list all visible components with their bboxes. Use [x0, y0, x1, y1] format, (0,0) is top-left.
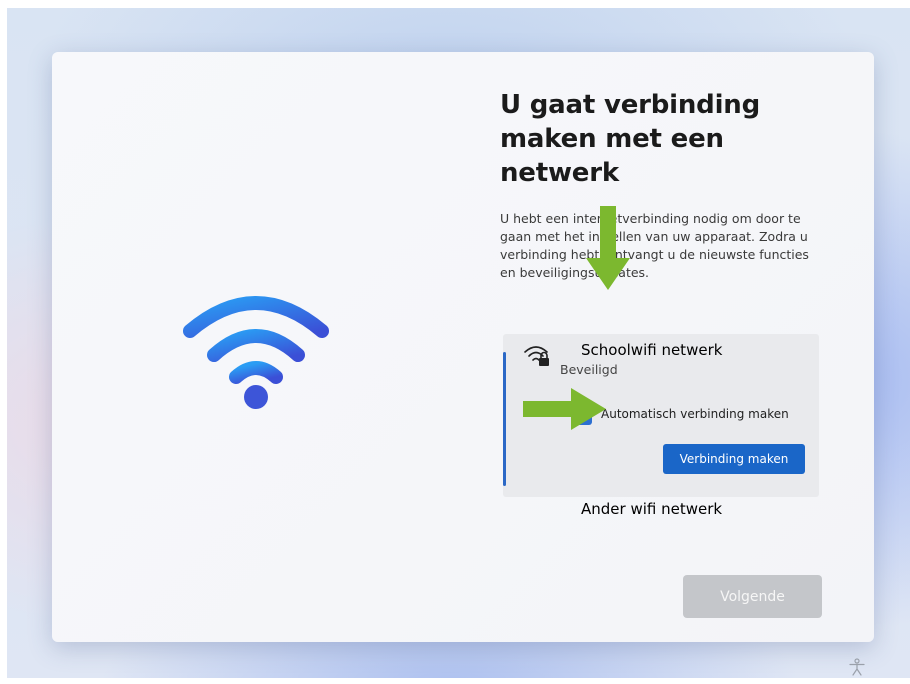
- network-security-status: Beveiligd: [560, 362, 618, 377]
- screenshot-border: [0, 0, 7, 684]
- page-description: U hebt een internetverbinding nodig om d…: [500, 211, 809, 280]
- network-name: Schoolwifi netwerk: [581, 341, 723, 359]
- connect-button[interactable]: Verbinding maken: [663, 444, 805, 474]
- annotation-arrow-down-icon: [586, 206, 630, 290]
- page-title: U gaat verbinding maken met een netwerk: [500, 90, 761, 188]
- annotation-arrow-right-icon: [523, 388, 606, 430]
- accessibility-icon[interactable]: [848, 658, 866, 676]
- selection-indicator: [503, 352, 506, 486]
- screenshot-border: [0, 0, 910, 8]
- setup-dialog: U gaat verbinding maken met een netwerk …: [52, 52, 874, 642]
- wifi-icon: [183, 296, 329, 409]
- next-button[interactable]: Volgende: [683, 575, 822, 618]
- other-network-item[interactable]: Ander wifi netwerk: [581, 500, 722, 518]
- screenshot-border: [0, 678, 910, 684]
- auto-connect-label[interactable]: Automatisch verbinding maken: [601, 407, 789, 421]
- wifi-lock-icon: [524, 346, 549, 366]
